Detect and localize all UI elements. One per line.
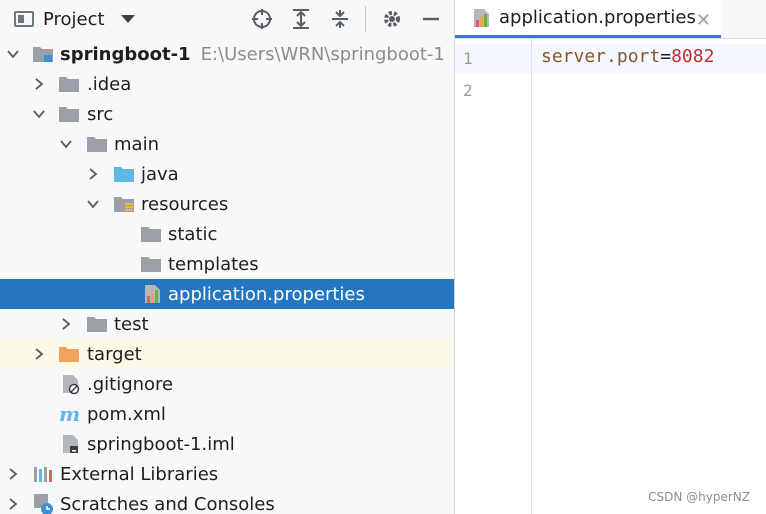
tree-item-label: springboot-1 E:\Users\WRN\springboot-1 xyxy=(60,43,445,65)
folder-icon xyxy=(140,224,162,244)
folder-icon xyxy=(58,104,80,124)
chevron-down-icon xyxy=(120,15,135,23)
library-icon xyxy=(34,467,52,482)
project-toolbar: Project xyxy=(0,0,454,38)
chevron-right-icon[interactable] xyxy=(6,497,20,511)
locate-icon[interactable] xyxy=(249,6,275,32)
property-separator: = xyxy=(660,46,672,67)
tree-item-label: main xyxy=(114,133,159,155)
chevron-down-icon[interactable] xyxy=(6,47,20,61)
chevron-down-icon[interactable] xyxy=(59,137,73,151)
tree-item-label: java xyxy=(141,163,179,185)
chevron-right-icon[interactable] xyxy=(32,77,46,91)
tree-item-external-libraries[interactable]: External Libraries xyxy=(0,459,454,489)
scratches-icon xyxy=(34,494,53,514)
maven-icon: m xyxy=(59,404,80,424)
editor-tab-bar: application.properties ✕ xyxy=(455,0,766,39)
tree-item-iml[interactable]: springboot-1.iml xyxy=(0,429,454,459)
expand-all-icon[interactable] xyxy=(288,6,314,32)
line-number: 2 xyxy=(463,81,473,100)
tree-item-label: pom.xml xyxy=(87,403,166,425)
tree-item-scratches[interactable]: Scratches and Consoles xyxy=(0,489,454,514)
project-window-icon xyxy=(14,11,34,27)
tree-item-label: src xyxy=(87,103,114,125)
tree-item-test[interactable]: test xyxy=(0,309,454,339)
close-icon[interactable]: ✕ xyxy=(696,10,711,31)
module-file-icon xyxy=(63,435,78,453)
svg-text:m: m xyxy=(59,404,80,424)
tree-item-label: target xyxy=(87,343,142,365)
tree-item-label: Scratches and Consoles xyxy=(60,493,275,514)
folder-icon xyxy=(58,74,80,94)
properties-file-icon xyxy=(142,283,164,305)
gear-icon[interactable] xyxy=(379,6,405,32)
tree-item-application-properties[interactable]: application.properties xyxy=(0,279,454,309)
property-value: 8082 xyxy=(671,46,715,67)
code-line-1[interactable]: server.port=8082 xyxy=(541,46,714,67)
tree-item-resources[interactable]: resources xyxy=(0,189,454,219)
tree-item-java[interactable]: java xyxy=(0,159,454,189)
tab-label: application.properties xyxy=(499,7,696,28)
resources-folder-icon xyxy=(114,197,134,212)
source-folder-icon xyxy=(113,164,135,184)
tree-item-templates[interactable]: templates xyxy=(0,249,454,279)
tree-item-label: application.properties xyxy=(168,283,365,305)
chevron-down-icon[interactable] xyxy=(32,107,46,121)
project-path: E:\Users\WRN\springboot-1 xyxy=(200,43,445,65)
module-folder-icon xyxy=(33,47,53,62)
chevron-down-icon[interactable] xyxy=(86,197,100,211)
project-view-selector[interactable]: Project xyxy=(14,9,135,30)
tree-item-label: External Libraries xyxy=(60,463,219,485)
collapse-all-icon[interactable] xyxy=(327,6,353,32)
watermark: CSDN @hyperNZ xyxy=(648,490,750,504)
ignore-file-icon xyxy=(63,375,80,395)
tree-item-gitignore[interactable]: .gitignore xyxy=(0,369,454,399)
tree-item-label: .idea xyxy=(87,73,132,95)
folder-icon xyxy=(86,134,108,154)
properties-file-icon xyxy=(471,7,493,29)
tree-item-src[interactable]: src xyxy=(0,99,454,129)
chevron-right-icon[interactable] xyxy=(59,317,73,331)
folder-icon xyxy=(140,254,162,274)
chevron-right-icon[interactable] xyxy=(6,467,20,481)
tree-item-label: resources xyxy=(141,193,229,215)
line-number: 1 xyxy=(463,49,473,68)
tree-item-label: static xyxy=(168,223,218,245)
line-number-gutter: 1 2 xyxy=(455,39,532,514)
hide-panel-icon[interactable] xyxy=(418,6,444,32)
tree-item-label: springboot-1.iml xyxy=(87,433,235,455)
chevron-right-icon[interactable] xyxy=(32,347,46,361)
tree-item-springboot-1[interactable]: springboot-1 E:\Users\WRN\springboot-1 xyxy=(0,39,454,69)
project-panel: Project springboot-1 E:\Users\WRN\spring… xyxy=(0,0,455,514)
tab-application-properties[interactable]: application.properties ✕ xyxy=(455,0,721,38)
editor-panel: application.properties ✕ 1 2 server.port… xyxy=(455,0,766,514)
property-key: server.port xyxy=(541,46,661,67)
tree-item-pom-xml[interactable]: m pom.xml xyxy=(0,399,454,429)
project-title: Project xyxy=(43,8,105,30)
tree-item-label: test xyxy=(114,313,149,335)
toolbar-separator xyxy=(365,6,366,32)
tree-item-target[interactable]: target xyxy=(0,339,454,369)
tree-item-label: templates xyxy=(168,253,259,275)
folder-icon xyxy=(86,314,108,334)
tree-item-static[interactable]: static xyxy=(0,219,454,249)
chevron-right-icon[interactable] xyxy=(86,167,100,181)
tree-item-idea[interactable]: .idea xyxy=(0,69,454,99)
excluded-folder-icon xyxy=(58,344,80,364)
tree-item-main[interactable]: main xyxy=(0,129,454,159)
tree-item-label: .gitignore xyxy=(87,373,174,395)
